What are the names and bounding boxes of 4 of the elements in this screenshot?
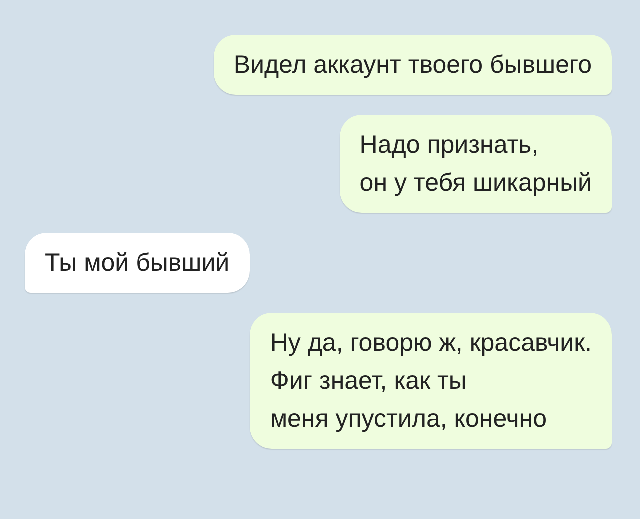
outgoing-message: Ну да, говорю ж, красавчик. Фиг знает, как ты меня упустила, конечно — [250, 313, 612, 449]
outgoing-message: Надо признать, он у тебя шикарный — [340, 115, 612, 213]
incoming-message: Ты мой бывший — [25, 233, 250, 293]
outgoing-message: Видел аккаунт твоего бывшего — [214, 35, 612, 95]
